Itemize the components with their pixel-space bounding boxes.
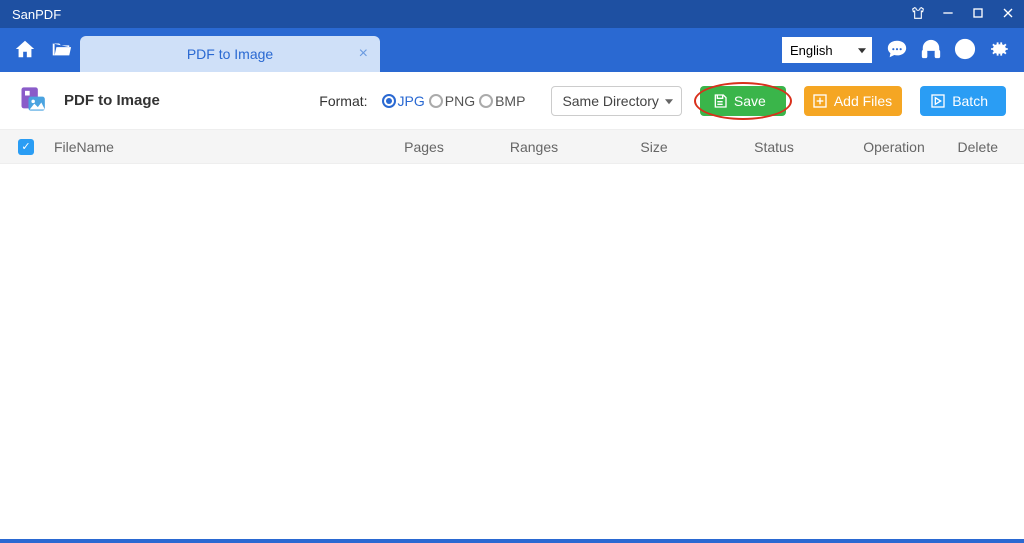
- table-header: ✓ FileName Pages Ranges Size Status Oper…: [0, 130, 1024, 164]
- add-files-button-label: Add Files: [834, 93, 892, 109]
- tab-close-icon[interactable]: ×: [359, 45, 368, 63]
- save-icon: [712, 93, 728, 109]
- select-all-checkbox[interactable]: ✓: [18, 139, 34, 155]
- format-radio-jpg[interactable]: JPG: [382, 93, 425, 109]
- col-size: Size: [594, 139, 714, 155]
- window-border-bottom: [0, 539, 1024, 543]
- tab-label: PDF to Image: [187, 46, 273, 62]
- format-radio-bmp[interactable]: BMP: [479, 93, 525, 109]
- batch-button[interactable]: Batch: [920, 86, 1006, 116]
- save-button-label: Save: [734, 93, 766, 109]
- format-label-jpg: JPG: [398, 93, 425, 109]
- format-radio-png[interactable]: PNG: [429, 93, 475, 109]
- format-label: Format:: [319, 93, 367, 109]
- col-ranges: Ranges: [474, 139, 594, 155]
- toolbar: PDF to Image Format: JPG PNG BMP Same Di…: [0, 72, 1024, 130]
- minimize-icon[interactable]: [940, 5, 956, 24]
- table-body: [0, 164, 1024, 539]
- col-filename: FileName: [54, 139, 374, 155]
- user-icon[interactable]: [954, 38, 976, 63]
- directory-selected: Same Directory: [562, 93, 658, 109]
- menubar: PDF to Image × English: [0, 28, 1024, 72]
- plus-box-icon: [812, 93, 828, 109]
- format-radio-group: JPG PNG BMP: [382, 93, 526, 109]
- home-icon[interactable]: [14, 38, 36, 63]
- col-pages: Pages: [374, 139, 474, 155]
- directory-dropdown[interactable]: Same Directory: [551, 86, 681, 116]
- batch-button-label: Batch: [952, 93, 988, 109]
- batch-icon: [930, 93, 946, 109]
- titlebar: SanPDF: [0, 0, 1024, 28]
- language-select[interactable]: English: [782, 37, 872, 63]
- app-title: SanPDF: [12, 7, 910, 22]
- format-label-bmp: BMP: [495, 93, 525, 109]
- maximize-icon[interactable]: [970, 5, 986, 24]
- col-operation: Operation: [834, 139, 954, 155]
- gear-icon[interactable]: [988, 38, 1010, 63]
- folder-open-icon[interactable]: [50, 38, 72, 63]
- tab-pdf-to-image[interactable]: PDF to Image ×: [80, 28, 380, 72]
- format-label-png: PNG: [445, 93, 475, 109]
- tshirt-icon[interactable]: [910, 5, 926, 24]
- page-title-icon: [18, 85, 46, 116]
- col-status: Status: [714, 139, 834, 155]
- page-title: PDF to Image: [64, 92, 160, 109]
- chat-icon[interactable]: [886, 38, 908, 63]
- save-button[interactable]: Save: [700, 86, 786, 116]
- close-icon[interactable]: [1000, 5, 1016, 24]
- col-delete: Delete: [954, 139, 1006, 155]
- headphones-icon[interactable]: [920, 38, 942, 63]
- add-files-button[interactable]: Add Files: [804, 86, 902, 116]
